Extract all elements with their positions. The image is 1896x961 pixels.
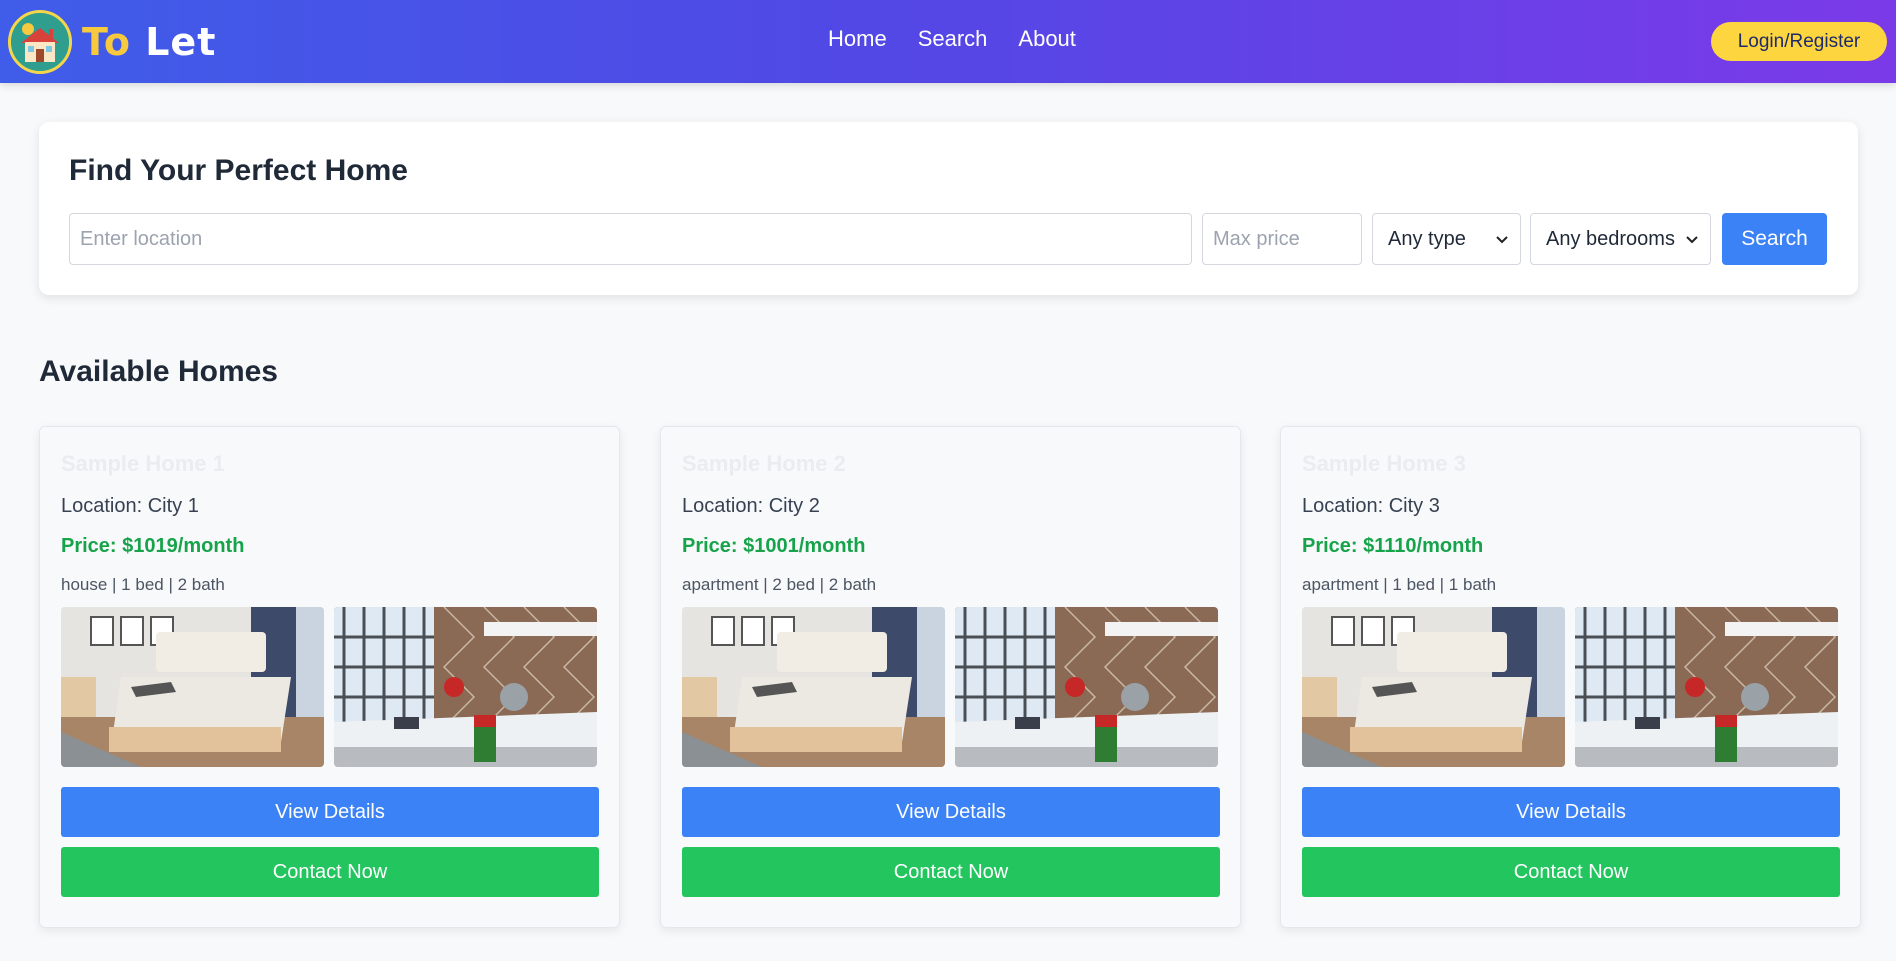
listing-photo-bedroom[interactable] [682, 607, 945, 767]
listing-photo-kitchen[interactable] [334, 607, 597, 767]
listing-price: Price: $1110/month [1302, 535, 1484, 557]
house-logo-icon [8, 10, 72, 74]
location-input[interactable] [69, 213, 1192, 265]
listing-price: Price: $1001/month [682, 535, 866, 557]
login-register-button[interactable]: Login/Register [1711, 22, 1887, 61]
brand-name-let: Let [145, 20, 217, 64]
listing-name: Sample Home 1 [61, 451, 225, 476]
main-nav: Home Search About [828, 26, 1076, 52]
listing-photo-bedroom[interactable] [61, 607, 324, 767]
listing-specs: apartment | 1 bed | 1 bath [1302, 575, 1497, 594]
listing-specs: apartment | 2 bed | 2 bath [682, 575, 877, 594]
nav-link-about[interactable]: About [1018, 26, 1076, 52]
listing-price: Price: $1019/month [61, 535, 245, 557]
navbar: To Let Home Search About Login/Register [0, 0, 1896, 83]
nav-link-home[interactable]: Home [828, 26, 887, 52]
listing-location: Location: City 1 [61, 495, 199, 517]
listing-photo-kitchen[interactable] [1575, 607, 1838, 767]
view-details-button[interactable]: View Details [61, 787, 599, 837]
listing-photo-bedroom[interactable] [1302, 607, 1565, 767]
brand-name-to: To [82, 20, 131, 64]
listing-card: Sample Home 2 Location: City 2 Price: $100… [660, 426, 1241, 928]
view-details-button[interactable]: View Details [1302, 787, 1840, 837]
brand[interactable]: To Let [8, 10, 216, 74]
brand-name: To Let [82, 20, 216, 64]
bedrooms-select-value: Any bedrooms [1546, 227, 1675, 250]
contact-now-button[interactable]: Contact Now [61, 847, 599, 897]
listing-card: Sample Home 3 Location: City 3 Price: $111… [1280, 426, 1861, 928]
property-type-select-value: Any type [1388, 227, 1466, 250]
bedrooms-select[interactable]: Any bedrooms [1530, 213, 1711, 265]
chevron-down-icon [1686, 231, 1698, 247]
nav-link-search[interactable]: Search [918, 26, 988, 52]
listing-location: Location: City 3 [1302, 495, 1440, 517]
contact-now-button[interactable]: Contact Now [682, 847, 1220, 897]
listing-name: Sample Home 3 [1302, 451, 1466, 476]
search-button[interactable]: Search [1722, 213, 1827, 265]
search-title: Find Your Perfect Home [69, 154, 408, 187]
search-panel: Find Your Perfect Home Any type Any bedr… [39, 122, 1858, 295]
listing-card: Sample Home 1 Location: City 1 Price: $101… [39, 426, 620, 928]
available-homes-title: Available Homes [39, 355, 278, 388]
listing-photo-kitchen[interactable] [955, 607, 1218, 767]
listing-specs: house | 1 bed | 2 bath [61, 575, 225, 594]
chevron-down-icon [1496, 231, 1508, 247]
max-price-input[interactable] [1202, 213, 1362, 265]
listing-name: Sample Home 2 [682, 451, 846, 476]
listing-location: Location: City 2 [682, 495, 820, 517]
contact-now-button[interactable]: Contact Now [1302, 847, 1840, 897]
view-details-button[interactable]: View Details [682, 787, 1220, 837]
property-type-select[interactable]: Any type [1372, 213, 1521, 265]
